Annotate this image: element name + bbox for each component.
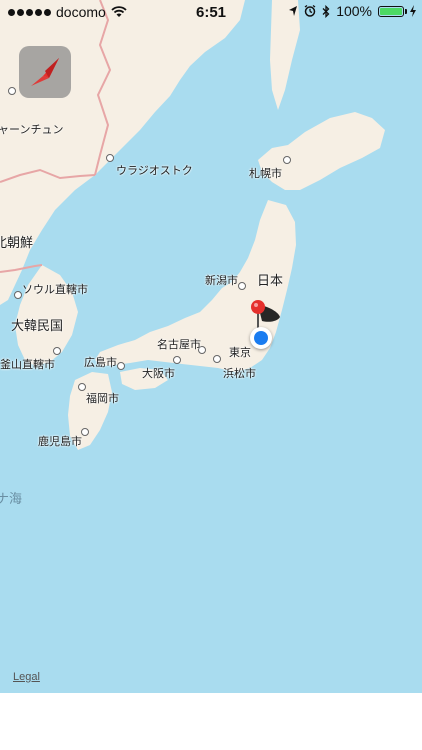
alarm-icon — [304, 5, 316, 17]
user-location-dot — [254, 331, 268, 345]
label-kagoshima: 鹿児島市 — [38, 435, 82, 448]
label-hiroshima: 広島市 — [84, 356, 117, 369]
battery-fill — [380, 7, 402, 15]
compass-button[interactable] — [19, 46, 71, 98]
city-dot — [81, 428, 89, 436]
city-dot — [78, 383, 86, 391]
status-right: 100% — [288, 3, 416, 19]
city-dot — [8, 87, 16, 95]
location-services-icon — [289, 6, 298, 16]
label-south-korea: 大韓民国 — [11, 319, 64, 334]
label-fukuoka: 福岡市 — [86, 392, 119, 405]
label-north-korea: 北朝鮮 — [0, 236, 34, 251]
city-dot — [173, 356, 181, 364]
map-terrain — [0, 0, 385, 450]
compass-icon — [31, 58, 59, 86]
label-sapporo: 札幌市 — [249, 167, 282, 180]
label-tokyo: 東京 — [229, 346, 251, 359]
city-dot — [213, 355, 221, 363]
charging-bolt-icon — [410, 5, 416, 17]
label-osaka: 大阪市 — [142, 367, 175, 380]
label-nagoya: 名古屋市 — [157, 338, 201, 351]
city-dot — [14, 291, 22, 299]
city-dot — [283, 156, 291, 164]
battery-percentage: 100% — [336, 3, 372, 19]
user-location-marker[interactable] — [250, 327, 272, 349]
label-seoul: ソウル直轄市 — [22, 283, 88, 296]
label-busan: 釜山直轄市 — [0, 358, 55, 371]
status-bar: docomo 6:51 100% — [0, 0, 422, 26]
map-view[interactable]: ャーンチュン ウラジオストク 札幌市 北朝鮮 新潟市 日本 ソウル直轄市 大韓民… — [0, 0, 422, 693]
label-japan: 日本 — [257, 274, 284, 289]
battery-icon — [378, 5, 407, 17]
city-dot — [53, 347, 61, 355]
city-dot — [238, 282, 246, 290]
label-vladivostok: ウラジオストク — [116, 164, 193, 177]
label-khabarovsk: ャーンチュン — [0, 123, 64, 136]
label-hamamatsu: 浜松市 — [223, 367, 256, 380]
city-dot — [117, 362, 125, 370]
city-dot — [106, 154, 114, 162]
legal-link[interactable]: Legal — [13, 671, 40, 683]
bottom-panel — [0, 693, 422, 750]
label-niigata: 新潟市 — [205, 274, 238, 287]
label-sea: ナ海 — [0, 492, 23, 507]
bluetooth-icon — [322, 4, 330, 18]
